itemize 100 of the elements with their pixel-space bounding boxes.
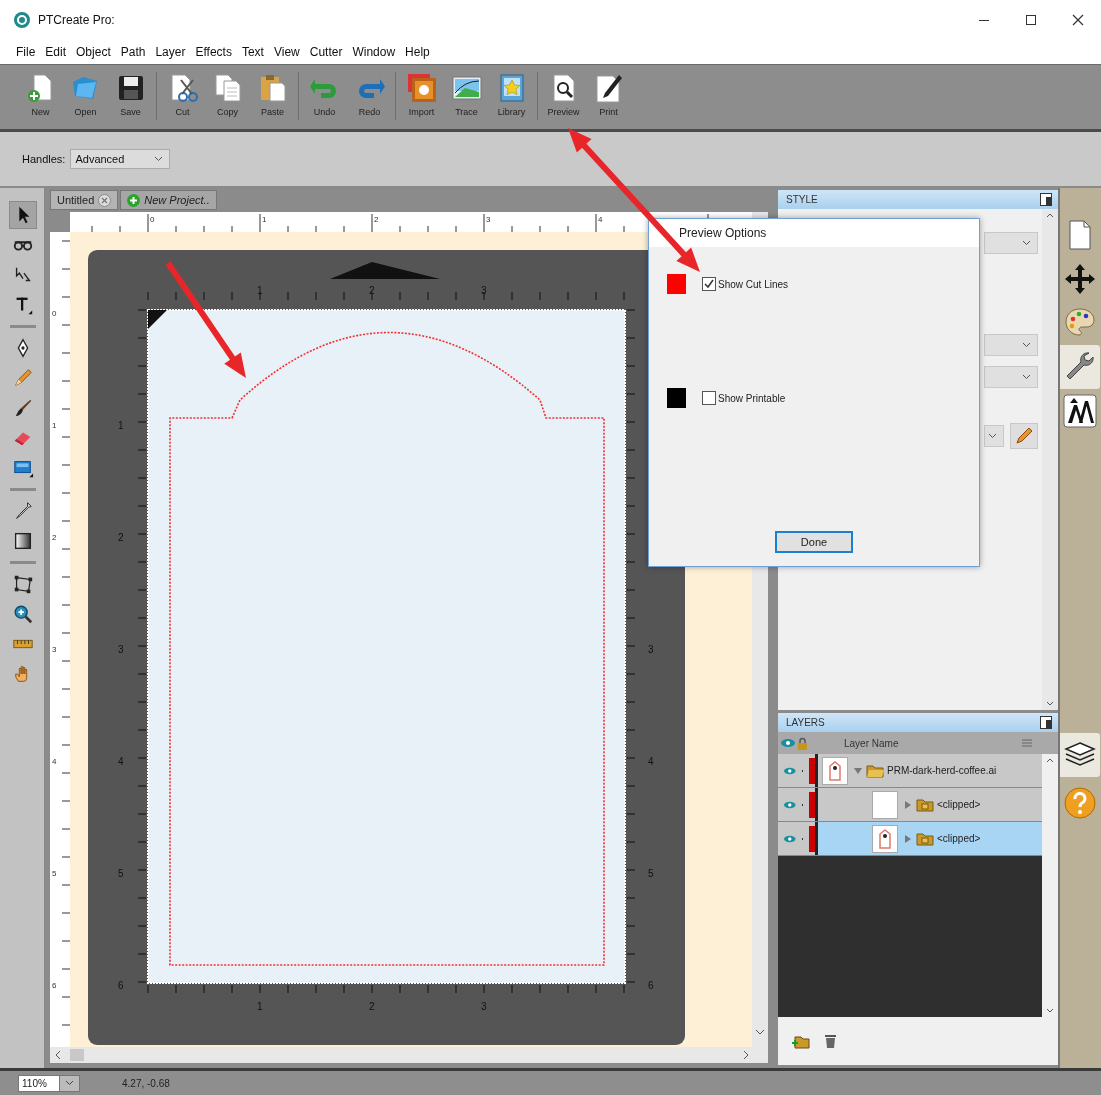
zoom-dropdown[interactable]	[60, 1074, 80, 1092]
done-button[interactable]: Done	[775, 531, 853, 553]
ruler-number: 0	[150, 215, 155, 224]
scrollbar[interactable]	[1042, 209, 1058, 710]
toolbar-button[interactable]: Cut	[160, 72, 205, 117]
ruler-number: 2	[374, 215, 379, 224]
ruler-number: 5	[52, 869, 57, 878]
caret-icon	[1022, 240, 1031, 246]
toolbar-button[interactable]: Save	[108, 72, 153, 117]
caret-icon	[65, 1080, 74, 1086]
mat-number: 1	[118, 420, 124, 431]
help-icon	[1064, 787, 1096, 819]
caret-icon	[1022, 342, 1031, 348]
mat-number: 6	[118, 980, 124, 991]
font-size-icon	[1062, 393, 1098, 429]
tag-drawing	[828, 760, 842, 781]
toolbar-button[interactable]: Copy	[205, 72, 250, 117]
layer-row[interactable]: <clipped>	[778, 788, 1042, 822]
menu-item[interactable]: Text	[236, 45, 269, 59]
menu-item[interactable]: Cutter	[304, 45, 348, 59]
caret-down-icon	[1046, 1008, 1054, 1013]
toolbar-button[interactable]: Paste	[250, 72, 295, 117]
layer-row[interactable]: PRM-dark-herd-coffee.ai	[778, 754, 1042, 788]
menu-item[interactable]: Edit	[40, 45, 72, 59]
toolbar-button[interactable]: Library	[489, 72, 534, 117]
document-tab[interactable]: New Project..	[120, 190, 217, 210]
document-tab[interactable]: Untitled	[50, 190, 119, 210]
mat-number: 4	[118, 756, 124, 767]
mat-number: 3	[118, 644, 124, 655]
mat-number: 5	[648, 868, 654, 879]
toolbar-button[interactable]: Trace	[444, 72, 489, 117]
corner-marker	[148, 310, 167, 329]
toolbar-button[interactable]: Open	[63, 72, 108, 117]
dock-icon	[1040, 193, 1052, 206]
toolbar-button[interactable]: Preview	[541, 72, 586, 117]
menu-item[interactable]: File	[11, 45, 41, 59]
plus-circle-icon	[127, 193, 141, 207]
ruler-number: 3	[52, 645, 57, 654]
ruler-number: 1	[52, 421, 57, 430]
dropdown-field[interactable]	[984, 334, 1038, 356]
mat-number: 2	[118, 532, 124, 543]
column-title: Layer Name	[844, 737, 900, 749]
menu-item[interactable]: Path	[115, 45, 151, 59]
caret-icon	[154, 156, 164, 162]
toolbar-button[interactable]: New	[18, 72, 63, 117]
menu-item[interactable]: Effects	[190, 45, 237, 59]
panel-title: LAYERS	[786, 717, 825, 728]
tool-button[interactable]	[9, 201, 37, 229]
checkbox[interactable]: Show Printable	[702, 391, 786, 405]
ruler-number: 2	[52, 533, 57, 542]
toolbar-button[interactable]: Undo	[302, 72, 347, 117]
mat-number: 2	[369, 1001, 375, 1012]
caret-down-icon	[1046, 701, 1054, 706]
dropdown-field[interactable]	[984, 425, 1004, 447]
app-logo-icon	[14, 12, 30, 28]
mat-number: 3	[481, 1001, 487, 1012]
mat-number: 3	[648, 644, 654, 655]
dock-icon	[1040, 716, 1052, 729]
menu-item[interactable]: Help	[400, 45, 435, 59]
delete-layer-button[interactable]	[824, 1033, 837, 1049]
menu-item[interactable]: Window	[347, 45, 401, 59]
scrollbar[interactable]	[50, 1047, 768, 1063]
import-image-icon	[405, 72, 438, 104]
eye-icon	[781, 738, 795, 748]
mat-number: 5	[118, 868, 124, 879]
toolbar-button[interactable]: Print	[586, 72, 631, 117]
menu-item[interactable]: View	[268, 45, 305, 59]
close-circle-icon	[98, 193, 112, 207]
mat-number: 4	[648, 756, 654, 767]
handles-label: Handles:	[22, 153, 66, 165]
panel-tab[interactable]	[1060, 733, 1100, 777]
cursor-coordinates: 4.27, -0.68	[122, 1077, 170, 1089]
layer-thumbnail	[872, 790, 898, 819]
pencil-icon	[1015, 427, 1033, 445]
toolbar-button[interactable]: Redo	[347, 72, 392, 117]
menu-item[interactable]: Object	[71, 45, 116, 59]
mat-number: 1	[257, 285, 263, 296]
toolbar-button[interactable]: Import	[399, 72, 444, 117]
ruler-number: 4	[598, 215, 603, 224]
close-icon	[1071, 14, 1084, 26]
panel-tab[interactable]	[1060, 345, 1100, 389]
check-icon	[703, 278, 715, 290]
zoom-field[interactable]: 110%	[18, 1074, 60, 1092]
new-layer-button[interactable]	[792, 1033, 810, 1049]
dropdown-field[interactable]	[984, 366, 1038, 388]
caret-icon	[1022, 374, 1031, 380]
caret-up-icon	[1046, 213, 1054, 218]
mat-number: 2	[369, 285, 375, 296]
menu-item[interactable]: Layer	[150, 45, 191, 59]
layer-row[interactable]: <clipped>	[778, 822, 1042, 856]
ruler-number: 3	[486, 215, 491, 224]
pencil-button[interactable]	[1010, 423, 1038, 449]
dropdown-field[interactable]	[984, 232, 1038, 254]
handles-dropdown[interactable]: Advanced	[70, 149, 171, 169]
checkbox[interactable]: Show Cut Lines	[702, 277, 789, 291]
folder-plus-icon	[792, 1033, 810, 1049]
layer-name: PRM-dark-herd-coffee.ai	[887, 765, 997, 776]
lock-icon	[797, 736, 808, 750]
mat-number: 1	[257, 1001, 263, 1012]
dialog-title: Preview Options	[649, 219, 979, 247]
